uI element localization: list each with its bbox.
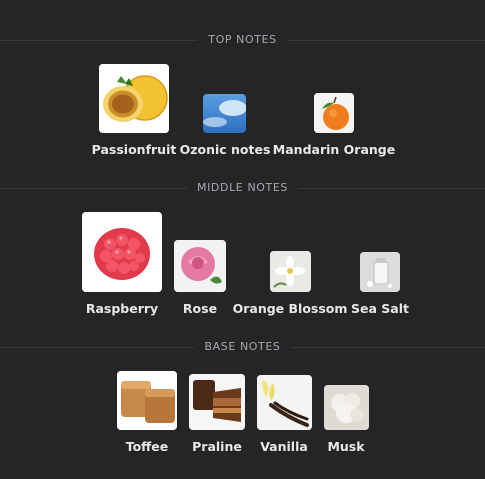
base-notes-header: BASE NOTES	[0, 338, 485, 358]
praline-image	[189, 374, 245, 430]
vanilla-image	[257, 375, 312, 430]
note-label: Raspberry	[85, 301, 159, 316]
orange-blossom-image	[270, 251, 311, 292]
mandarin-orange-image	[314, 93, 354, 133]
raspberry-image	[82, 212, 162, 292]
section-title: MIDDLE NOTES	[187, 181, 298, 194]
note-label: Mandarin Orange	[272, 142, 396, 157]
note-label: Sea Salt	[351, 301, 409, 316]
section-title: TOP NOTES	[198, 33, 287, 46]
ozonic-sky-image	[203, 94, 246, 133]
musk-image	[324, 385, 369, 430]
note-label: Orange Blossom	[232, 301, 348, 316]
sea-salt-image	[360, 252, 400, 292]
toffee-image	[117, 371, 177, 430]
middle-notes-header: MIDDLE NOTES	[0, 179, 485, 199]
note-label: Passionfruit	[91, 142, 177, 157]
rose-image	[174, 240, 226, 292]
note-label: Ozonic notes	[179, 142, 271, 157]
note-label: Vanilla	[260, 439, 308, 454]
note-label: Praline	[192, 439, 242, 454]
note-label: Musk	[327, 439, 365, 454]
note-label: Rose	[182, 301, 218, 316]
section-title: BASE NOTES	[194, 340, 291, 353]
passionfruit-image	[99, 64, 169, 133]
top-notes-header: TOP NOTES	[0, 31, 485, 51]
note-label: Toffee	[125, 439, 169, 454]
